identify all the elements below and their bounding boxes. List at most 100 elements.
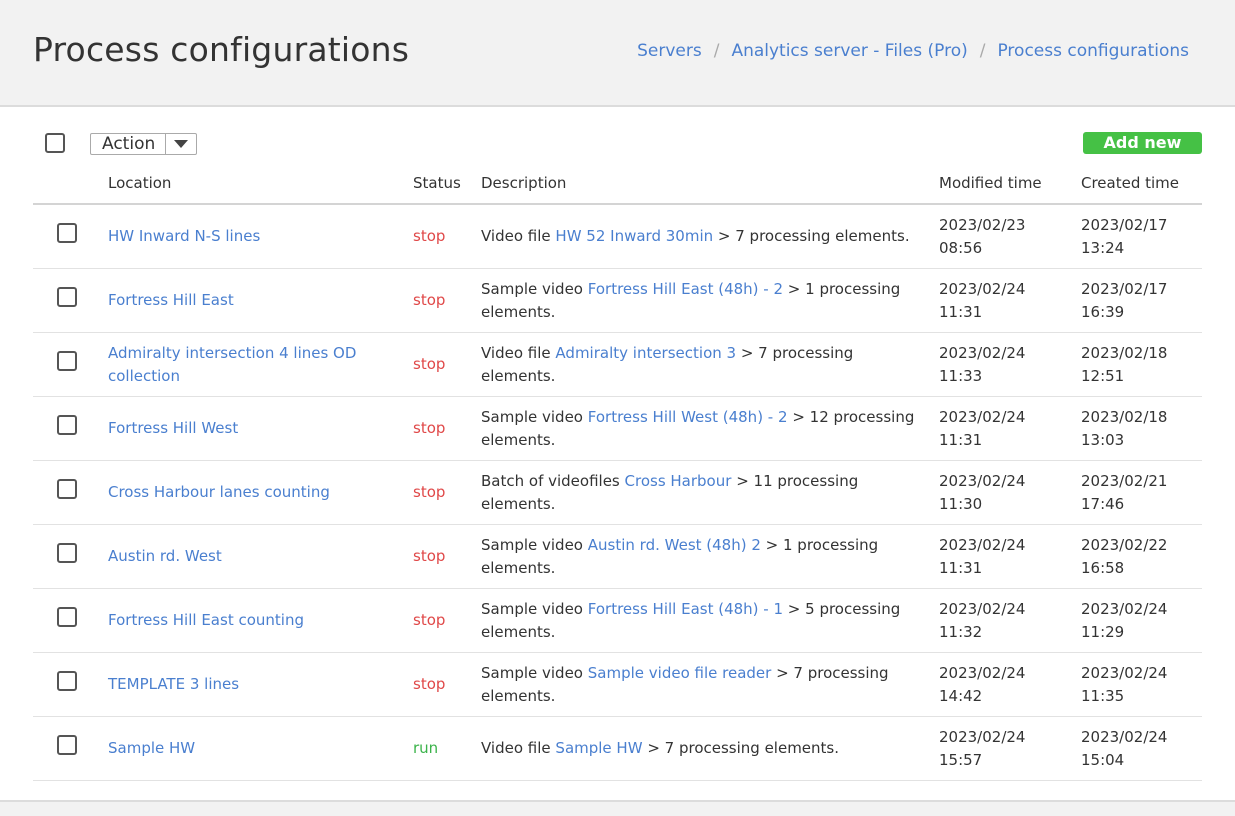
created-time: 13:24 bbox=[1081, 238, 1125, 257]
description-source-link[interactable]: Austin rd. West (48h) 2 bbox=[588, 536, 761, 554]
location-link[interactable]: TEMPLATE 3 lines bbox=[108, 675, 239, 693]
location-link[interactable]: Austin rd. West bbox=[108, 547, 222, 565]
description-cell: Video file Admiralty intersection 3 > 7 … bbox=[481, 332, 939, 397]
table-header-row: Location Status Description Modified tim… bbox=[33, 163, 1202, 205]
add-new-button[interactable]: Add new bbox=[1083, 132, 1202, 154]
created-date: 2023/02/18 bbox=[1081, 407, 1168, 426]
row-checkbox-cell bbox=[33, 652, 108, 717]
row-checkbox[interactable] bbox=[57, 351, 77, 371]
row-checkbox-cell bbox=[33, 396, 108, 461]
modified-time: 15:57 bbox=[939, 750, 983, 769]
description-cell: Video file Sample HW > 7 processing elem… bbox=[481, 716, 939, 781]
modified-date: 2023/02/24 bbox=[939, 535, 1026, 554]
created-date: 2023/02/24 bbox=[1081, 599, 1168, 618]
row-checkbox[interactable] bbox=[57, 543, 77, 563]
status-text: stop bbox=[413, 227, 446, 245]
breadcrumb-separator: / bbox=[713, 41, 720, 61]
created-time: 15:04 bbox=[1081, 750, 1125, 769]
location-cell: Sample HW bbox=[108, 716, 413, 781]
description-cell: Video file HW 52 Inward 30min > 7 proces… bbox=[481, 204, 939, 269]
description-source-link[interactable]: Fortress Hill East (48h) - 2 bbox=[588, 280, 783, 298]
toolbar: Action Add new bbox=[33, 130, 1202, 156]
created-date: 2023/02/24 bbox=[1081, 663, 1168, 682]
header-created-time[interactable]: Created time bbox=[1081, 163, 1202, 205]
location-link[interactable]: Sample HW bbox=[108, 739, 195, 757]
description-prefix: Sample video bbox=[481, 663, 588, 682]
status-cell: stop bbox=[413, 204, 481, 269]
status-cell: stop bbox=[413, 524, 481, 589]
created-time-cell: 2023/02/24 15:04 bbox=[1081, 716, 1202, 781]
description-source-link[interactable]: Fortress Hill West (48h) - 2 bbox=[588, 408, 788, 426]
created-time: 11:35 bbox=[1081, 686, 1125, 705]
description-source-link[interactable]: Admiralty intersection 3 bbox=[555, 344, 736, 362]
location-link[interactable]: HW Inward N-S lines bbox=[108, 227, 260, 245]
modified-date: 2023/02/24 bbox=[939, 663, 1026, 682]
location-link[interactable]: Fortress Hill West bbox=[108, 419, 238, 437]
modified-date: 2023/02/24 bbox=[939, 343, 1026, 362]
created-date: 2023/02/18 bbox=[1081, 343, 1168, 362]
header-checkbox-column bbox=[33, 163, 108, 205]
location-cell: Fortress Hill East bbox=[108, 268, 413, 333]
modified-time-cell: 2023/02/24 11:31 bbox=[939, 524, 1081, 589]
modified-time-cell: 2023/02/24 11:30 bbox=[939, 460, 1081, 525]
created-time-cell: 2023/02/17 13:24 bbox=[1081, 204, 1202, 269]
status-cell: stop bbox=[413, 332, 481, 397]
modified-time-cell: 2023/02/24 11:31 bbox=[939, 396, 1081, 461]
status-text: stop bbox=[413, 483, 446, 501]
description-cell: Batch of videofiles Cross Harbour > 11 p… bbox=[481, 460, 939, 525]
header-location[interactable]: Location bbox=[108, 163, 413, 205]
row-checkbox-cell bbox=[33, 460, 108, 525]
header-modified-time[interactable]: Modified time bbox=[939, 163, 1081, 205]
breadcrumb-servers[interactable]: Servers bbox=[637, 41, 702, 61]
description-cell: Sample video Fortress Hill West (48h) - … bbox=[481, 396, 939, 461]
modified-time: 11:32 bbox=[939, 622, 983, 641]
created-time-cell: 2023/02/21 17:46 bbox=[1081, 460, 1202, 525]
row-checkbox[interactable] bbox=[57, 223, 77, 243]
row-checkbox[interactable] bbox=[57, 287, 77, 307]
modified-date: 2023/02/24 bbox=[939, 727, 1026, 746]
header-description[interactable]: Description bbox=[481, 163, 939, 205]
modified-time: 11:31 bbox=[939, 558, 983, 577]
location-link[interactable]: Admiralty intersection 4 lines OD collec… bbox=[108, 344, 356, 385]
description-prefix: Batch of videofiles bbox=[481, 471, 625, 490]
row-checkbox-cell bbox=[33, 524, 108, 589]
location-cell: Austin rd. West bbox=[108, 524, 413, 589]
breadcrumb-process-configurations[interactable]: Process configurations bbox=[997, 41, 1189, 61]
row-checkbox[interactable] bbox=[57, 415, 77, 435]
row-checkbox[interactable] bbox=[57, 735, 77, 755]
status-cell: stop bbox=[413, 460, 481, 525]
description-source-link[interactable]: Cross Harbour bbox=[625, 472, 732, 490]
location-cell: HW Inward N-S lines bbox=[108, 204, 413, 269]
select-all-checkbox[interactable] bbox=[45, 133, 65, 153]
action-dropdown[interactable]: Action bbox=[90, 133, 198, 155]
header-status[interactable]: Status bbox=[413, 163, 481, 205]
location-link[interactable]: Fortress Hill East bbox=[108, 291, 234, 309]
created-time-cell: 2023/02/22 16:58 bbox=[1081, 524, 1202, 589]
modified-time: 11:30 bbox=[939, 494, 983, 513]
description-source-link[interactable]: Sample HW bbox=[555, 739, 642, 757]
description-source-link[interactable]: HW 52 Inward 30min bbox=[555, 227, 713, 245]
modified-time-cell: 2023/02/24 14:42 bbox=[939, 652, 1081, 717]
description-prefix: Video file bbox=[481, 739, 556, 757]
modified-time: 08:56 bbox=[939, 238, 983, 257]
location-cell: Fortress Hill West bbox=[108, 396, 413, 461]
description-source-link[interactable]: Fortress Hill East (48h) - 1 bbox=[588, 600, 783, 618]
row-checkbox[interactable] bbox=[57, 607, 77, 627]
modified-date: 2023/02/24 bbox=[939, 471, 1026, 490]
breadcrumb-analytics-server[interactable]: Analytics server - Files (Pro) bbox=[731, 41, 967, 61]
page-header: Process configurations Servers / Analytics… bbox=[0, 0, 1235, 107]
status-cell: stop bbox=[413, 268, 481, 333]
row-checkbox[interactable] bbox=[57, 479, 77, 499]
created-time-cell: 2023/02/24 11:35 bbox=[1081, 652, 1202, 717]
table-row: HW Inward N-S lines stop Video file HW 52 … bbox=[33, 204, 1202, 269]
created-time-cell: 2023/02/17 16:39 bbox=[1081, 268, 1202, 333]
description-source-link[interactable]: Sample video file reader bbox=[588, 664, 772, 682]
created-time: 17:46 bbox=[1081, 494, 1125, 513]
row-checkbox-cell bbox=[33, 204, 108, 269]
location-link[interactable]: Fortress Hill East counting bbox=[108, 611, 304, 629]
location-cell: TEMPLATE 3 lines bbox=[108, 652, 413, 717]
caret-down-icon[interactable] bbox=[165, 134, 196, 154]
location-link[interactable]: Cross Harbour lanes counting bbox=[108, 483, 330, 501]
created-time-cell: 2023/02/24 11:29 bbox=[1081, 588, 1202, 653]
row-checkbox[interactable] bbox=[57, 671, 77, 691]
